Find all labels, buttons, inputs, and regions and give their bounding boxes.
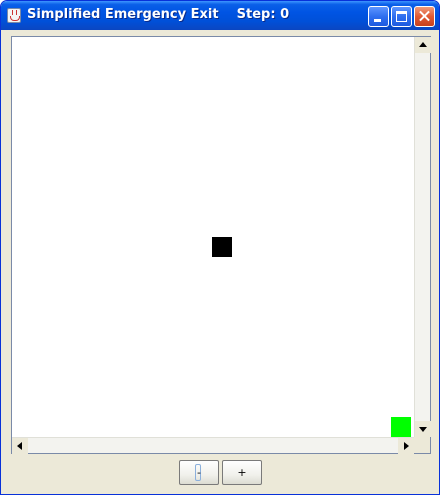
scroll-up-arrow-icon[interactable]	[415, 37, 431, 53]
close-icon	[415, 7, 434, 26]
close-button[interactable]	[414, 6, 435, 27]
java-cup-icon[interactable]	[7, 8, 21, 23]
scroll-left-arrow-icon[interactable]	[12, 438, 28, 454]
agent-square	[212, 237, 232, 257]
vertical-scrollbar[interactable]	[414, 37, 431, 437]
zoom-in-button[interactable]: +	[222, 460, 262, 485]
scroll-right-arrow-icon[interactable]	[398, 438, 414, 454]
scrollbar-corner	[414, 437, 430, 453]
simulation-canvas[interactable]	[12, 37, 414, 437]
zoom-in-label: +	[237, 466, 247, 479]
zoom-out-button[interactable]: -	[179, 460, 219, 485]
maximize-icon	[396, 11, 407, 22]
scroll-down-arrow-icon[interactable]	[415, 421, 431, 437]
title-bar[interactable]: Simplified Emergency Exit Step: 0	[1, 1, 439, 30]
maximize-button[interactable]	[391, 6, 412, 27]
minimize-button[interactable]	[368, 6, 389, 27]
horizontal-scrollbar[interactable]	[12, 437, 414, 454]
app-window: Simplified Emergency Exit Step: 0 - +	[0, 0, 440, 495]
simulation-scroll-pane[interactable]	[11, 36, 431, 454]
zoom-out-label: -	[197, 466, 201, 479]
exit-square	[391, 417, 411, 437]
window-title: Simplified Emergency Exit Step: 0	[27, 7, 290, 22]
minimize-icon	[374, 19, 381, 22]
